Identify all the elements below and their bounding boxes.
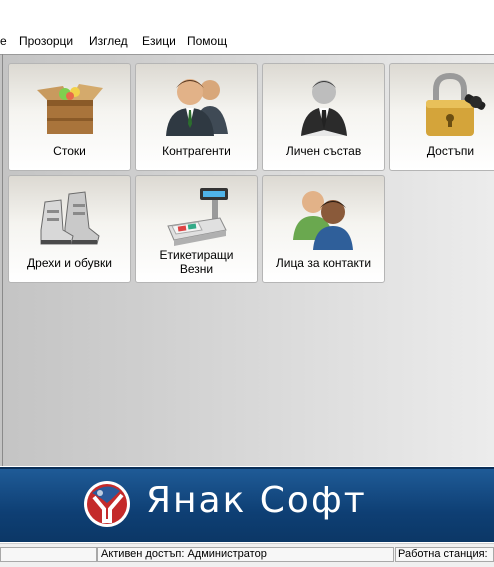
tile-access[interactable]: Достъпи: [389, 63, 494, 171]
box-icon: [37, 84, 103, 134]
brand-name: Янак Софт: [146, 480, 367, 521]
tile-personnel[interactable]: Личен състав: [262, 63, 385, 171]
tile-label: Контрагенти: [162, 144, 231, 158]
menu-item-help[interactable]: Помощ: [187, 34, 227, 48]
menu-item-file[interactable]: е: [0, 34, 7, 48]
tile-label: Стоки: [53, 144, 86, 158]
tile-counterparties[interactable]: Контрагенти: [135, 63, 258, 171]
lock-icon: [426, 72, 486, 136]
tile-label: Етикетиращи Везни: [136, 248, 257, 276]
status-cell-empty: [0, 547, 97, 562]
workstation-text: Работна станция:: [398, 548, 488, 560]
boots-icon: [40, 191, 100, 245]
menu-bar: е Прозорци Изглед Езици Помощ: [0, 31, 494, 51]
tile-label-line1: Етикетиращи: [159, 248, 234, 262]
menu-item-languages[interactable]: Езици: [142, 34, 176, 48]
active-access-text: Активен достъп: Администратор: [101, 548, 267, 560]
company-logo-icon: [84, 481, 130, 527]
person-icon: [301, 80, 347, 136]
tile-contact-persons[interactable]: Лица за контакти: [262, 175, 385, 283]
tile-labeling-scales[interactable]: Етикетиращи Везни: [135, 175, 258, 283]
tile-label: Личен състав: [285, 144, 362, 158]
workspace-top-border: [0, 54, 494, 55]
scale-icon: [167, 188, 228, 246]
tile-label: Достъпи: [426, 144, 475, 158]
menu-item-view[interactable]: Изглед: [89, 34, 128, 48]
workspace-left-border: [2, 54, 3, 466]
tile-label: Дрехи и обувки: [27, 256, 112, 270]
menu-item-windows[interactable]: Прозорци: [19, 34, 73, 48]
tile-label: Лица за контакти: [275, 256, 372, 270]
tile-clothes-shoes[interactable]: Дрехи и обувки: [8, 175, 131, 283]
contacts-icon: [293, 191, 353, 250]
tile-label-line2: Везни: [179, 262, 214, 276]
tile-goods[interactable]: Стоки: [8, 63, 131, 171]
people-icon: [166, 79, 228, 136]
status-bar: Активен достъп: Администратор Работна ст…: [0, 543, 494, 567]
